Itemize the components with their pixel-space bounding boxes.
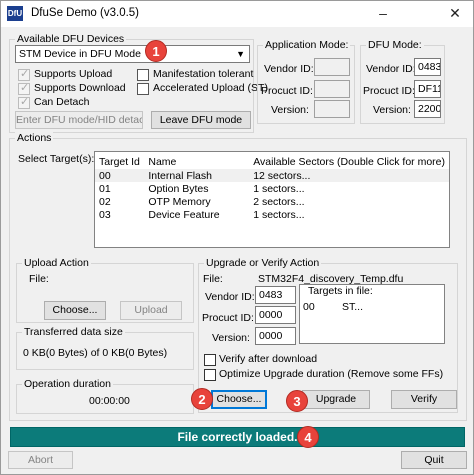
supports-download-checkbox	[18, 81, 30, 95]
supports-download-label: Supports Download	[34, 82, 126, 94]
column-header-target-id[interactable]: Target Id	[95, 154, 144, 169]
target-row[interactable]: 01 Option Bytes 1 sectors...	[95, 182, 449, 195]
callout-4: 4	[297, 426, 319, 448]
targets-list[interactable]: Target Id Name Available Sectors (Double…	[94, 151, 450, 248]
app-vendor-id-field	[314, 58, 350, 76]
targets-header-row: Target Id Name Available Sectors (Double…	[95, 154, 449, 169]
upgrade-product-id-label: Procuct ID:	[202, 312, 254, 324]
supports-upload-label: Supports Upload	[34, 68, 113, 80]
target-name: Device Feature	[148, 208, 220, 221]
upgrade-button[interactable]: Upgrade	[302, 390, 370, 409]
abort-button[interactable]: Abort	[8, 451, 73, 469]
callout-3: 3	[286, 390, 308, 412]
accelerated-upload-label: Accelerated Upload (ST)	[153, 82, 268, 94]
dfu-version-field: 2200	[414, 100, 441, 118]
can-detach-checkbox	[18, 95, 30, 109]
targets-in-file-legend: Targets in file:	[306, 285, 375, 297]
upload-action-legend: Upload Action	[22, 257, 91, 269]
upload-file-label: File:	[29, 273, 49, 285]
dfuse-window: DfU DfuSe Demo (v3.0.5) – ✕ Available DF…	[0, 0, 474, 475]
dfu-mode-legend: DFU Mode:	[366, 39, 424, 51]
accelerated-upload-checkbox	[137, 83, 149, 95]
verify-after-download-label: Verify after download	[219, 353, 318, 365]
can-detach-label: Can Detach	[34, 96, 90, 108]
column-header-name[interactable]: Name	[144, 154, 249, 169]
app-version-field	[314, 100, 350, 118]
status-bar: File correctly loaded.	[10, 427, 465, 447]
manifestation-tolerant-checkbox	[137, 69, 149, 81]
dfu-product-id-field: DF11	[414, 80, 441, 98]
target-row[interactable]: 02 OTP Memory 2 sectors...	[95, 195, 449, 208]
dfu-vendor-id-label: Vendor ID:	[366, 63, 416, 75]
target-id: 03	[99, 208, 111, 221]
transferred-data-legend: Transferred data size	[22, 326, 125, 338]
transferred-data-value: 0 KB(0 Bytes) of 0 KB(0 Bytes)	[23, 347, 168, 359]
title-bar: DfU DfuSe Demo (v3.0.5) – ✕	[1, 1, 473, 27]
column-header-sectors[interactable]: Available Sectors (Double Click for more…	[249, 154, 449, 169]
available-dfu-devices-legend: Available DFU Devices	[15, 33, 127, 45]
select-targets-label: Select Target(s):	[18, 153, 95, 165]
status-text: File correctly loaded.	[177, 430, 298, 444]
leave-dfu-mode-button[interactable]: Leave DFU mode	[151, 111, 251, 129]
close-icon[interactable]: ✕	[437, 1, 473, 25]
operation-duration-legend: Operation duration	[22, 378, 113, 390]
upgrade-version-label: Version:	[212, 332, 250, 344]
dfu-vendor-id-field: 0483	[414, 58, 441, 76]
upgrade-product-id-field: 0000	[255, 306, 296, 324]
upgrade-vendor-id-field: 0483	[255, 286, 296, 304]
application-mode-legend: Application Mode:	[263, 39, 351, 51]
actions-legend: Actions	[15, 132, 54, 144]
target-sectors: 1 sectors...	[253, 208, 305, 221]
dfu-version-label: Version:	[373, 104, 411, 116]
target-id: 02	[99, 195, 111, 208]
enter-dfu-mode-button[interactable]: Enter DFU mode/HID detach	[15, 111, 143, 129]
optimize-upgrade-checkbox[interactable]	[204, 369, 216, 381]
app-vendor-id-label: Vendor ID:	[264, 63, 314, 75]
upgrade-file-label: File:	[203, 273, 223, 285]
chevron-down-icon[interactable]: ▼	[236, 46, 245, 62]
target-sectors: 1 sectors...	[253, 182, 305, 195]
target-id: 00	[99, 169, 111, 182]
callout-1: 1	[145, 40, 167, 62]
target-name: Internal Flash	[148, 169, 212, 182]
device-select-value: STM Device in DFU Mode	[19, 48, 141, 60]
upgrade-verify-legend: Upgrade or Verify Action	[204, 257, 322, 269]
callout-2: 2	[191, 388, 213, 410]
app-product-id-label: Procuct ID:	[261, 85, 313, 97]
upload-choose-button[interactable]: Choose...	[44, 301, 106, 320]
file-target-name: ST...	[342, 301, 364, 313]
target-sectors: 2 sectors...	[253, 195, 305, 208]
target-name: Option Bytes	[148, 182, 209, 195]
verify-after-download-checkbox[interactable]	[204, 354, 216, 366]
target-row[interactable]: 00 Internal Flash 12 sectors...	[95, 169, 449, 182]
operation-duration-value: 00:00:00	[89, 395, 130, 407]
app-product-id-field	[314, 80, 350, 98]
supports-upload-checkbox	[18, 67, 30, 81]
upgrade-choose-button[interactable]: Choose...	[211, 390, 267, 409]
optimize-upgrade-label: Optimize Upgrade duration (Remove some F…	[219, 368, 444, 380]
upgrade-vendor-id-label: Vendor ID:	[205, 291, 255, 303]
app-version-label: Version:	[271, 104, 309, 116]
target-id: 01	[99, 182, 111, 195]
target-sectors: 12 sectors...	[253, 169, 311, 182]
device-select[interactable]: STM Device in DFU Mode ▼	[15, 45, 250, 63]
targets-in-file-list[interactable]: Targets in file: 00 ST...	[299, 284, 445, 344]
window-title: DfuSe Demo (v3.0.5)	[31, 7, 140, 19]
dfu-product-id-label: Procuct ID:	[363, 85, 415, 97]
verify-button[interactable]: Verify	[391, 390, 457, 409]
minimize-icon[interactable]: –	[365, 1, 401, 25]
target-name: OTP Memory	[148, 195, 211, 208]
upgrade-version-field: 0000	[255, 327, 296, 345]
upload-button[interactable]: Upload	[120, 301, 182, 320]
file-target-id: 00	[303, 301, 315, 313]
quit-button[interactable]: Quit	[401, 451, 467, 469]
target-row[interactable]: 03 Device Feature 1 sectors...	[95, 208, 449, 221]
app-icon: DfU	[7, 6, 23, 21]
manifestation-tolerant-label: Manifestation tolerant	[153, 68, 254, 80]
